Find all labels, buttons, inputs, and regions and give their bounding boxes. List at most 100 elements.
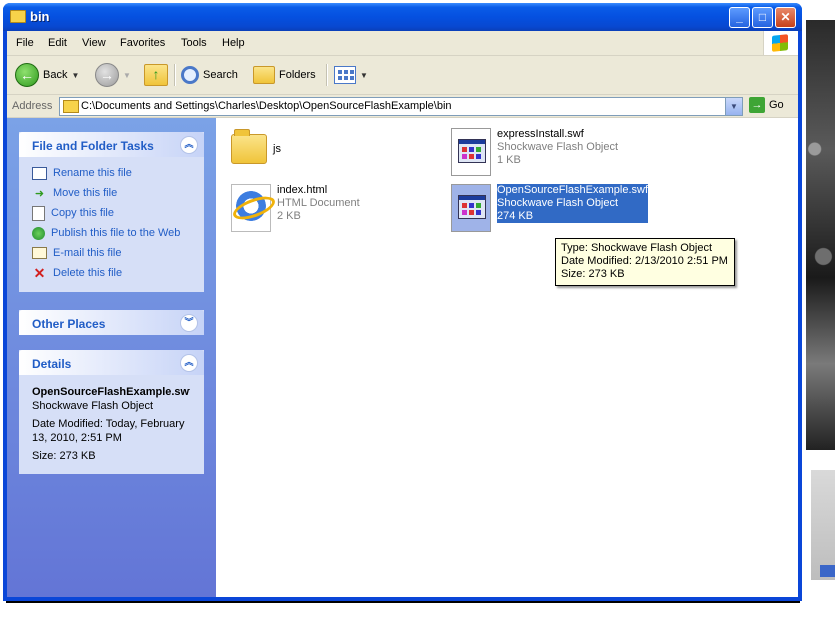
task-label: E-mail this file [53, 247, 122, 259]
panel-header[interactable]: File and Folder Tasks ︽ [19, 132, 204, 157]
window-client: File Edit View Favorites Tools Help ← Ba… [7, 31, 798, 597]
task-publish[interactable]: Publish this file to the Web [19, 223, 204, 243]
folder-icon [10, 10, 26, 23]
copy-icon [32, 205, 45, 221]
menu-bar: File Edit View Favorites Tools Help [7, 31, 798, 56]
address-path[interactable]: C:\Documents and Settings\Charles\Deskto… [81, 100, 452, 112]
maximize-button[interactable]: □ [752, 7, 773, 28]
ie-html-icon [230, 184, 278, 232]
folders-label: Folders [279, 69, 316, 81]
details-size: Size: 273 KB [32, 450, 96, 462]
details-body: OpenSourceFlashExample.swf Shockwave Fla… [19, 375, 204, 471]
menu-edit[interactable]: Edit [48, 37, 67, 49]
task-pane: File and Folder Tasks ︽ Rename this file… [7, 118, 216, 597]
explorer-window: bin _ □ ✕ File Edit View Favorites Tools… [3, 3, 802, 601]
file-name: OpenSourceFlashExample.swf [497, 184, 649, 196]
rename-icon [32, 166, 47, 180]
task-label: Rename this file [53, 167, 132, 179]
file-type: HTML Document [277, 197, 360, 209]
file-type: Shockwave Flash Object [497, 197, 619, 209]
tooltip-modified: Date Modified: 2/13/2010 2:51 PM [561, 255, 728, 267]
panel-header[interactable]: Details ︽ [19, 350, 204, 375]
other-places-panel: Other Places ︾ [19, 310, 204, 335]
close-button[interactable]: ✕ [775, 7, 796, 28]
publish-icon [32, 226, 45, 240]
file-name: js [273, 143, 281, 155]
task-delete[interactable]: ✕ Delete this file [19, 263, 204, 283]
file-view: js expressInstall.swf Shockwave Flash Ob… [216, 118, 798, 597]
task-label: Copy this file [51, 207, 114, 219]
back-arrow-icon: ← [15, 63, 39, 87]
go-button[interactable]: → Go [749, 97, 784, 113]
file-size: 1 KB [497, 154, 521, 166]
back-button[interactable]: ← Back ▼ [15, 62, 79, 88]
views-dropdown-icon[interactable]: ▼ [360, 71, 368, 80]
address-bar: Address C:\Documents and Settings\Charle… [7, 95, 798, 118]
desktop-background-bottom [0, 603, 835, 619]
menu-file[interactable]: File [16, 37, 34, 49]
forward-dropdown-icon[interactable]: ▼ [123, 71, 131, 80]
panel-header[interactable]: Other Places ︾ [19, 310, 204, 335]
folders-button[interactable]: Folders [253, 62, 316, 88]
address-dropdown-button[interactable]: ▼ [725, 98, 742, 115]
file-item-index-html[interactable]: index.html HTML Document 2 KB [230, 184, 360, 232]
file-type: Shockwave Flash Object [497, 141, 619, 153]
go-arrow-icon: → [749, 97, 765, 113]
menu-favorites[interactable]: Favorites [120, 37, 165, 49]
file-item-opensourceflashexample[interactable]: OpenSourceFlashExample.swf Shockwave Fla… [451, 184, 649, 232]
swf-icon [451, 128, 491, 176]
minimize-button[interactable]: _ [729, 7, 750, 28]
collapse-chevron-icon[interactable]: ︽ [180, 136, 198, 154]
back-dropdown-icon[interactable]: ▼ [71, 71, 79, 80]
address-label: Address [12, 100, 53, 112]
details-panel: Details ︽ OpenSourceFlashExample.swf Sho… [19, 350, 204, 474]
menu-tools[interactable]: Tools [181, 37, 207, 49]
forward-button[interactable]: → ▼ [95, 62, 131, 88]
views-icon [334, 66, 356, 84]
folders-icon [253, 66, 275, 84]
tooltip-size: Size: 273 KB [561, 268, 625, 280]
task-email[interactable]: E-mail this file [19, 243, 204, 263]
tooltip-type: Type: Shockwave Flash Object [561, 242, 713, 254]
toolbar-separator [174, 64, 176, 86]
details-filename: OpenSourceFlashExample.swf [32, 386, 190, 398]
desktop-wallpaper [806, 20, 835, 450]
windows-logo [763, 31, 798, 55]
file-name: expressInstall.swf [497, 128, 584, 140]
toolbar-separator [326, 64, 328, 86]
back-label: Back [43, 69, 68, 81]
task-copy[interactable]: Copy this file [19, 203, 204, 223]
file-name: index.html [277, 184, 328, 196]
file-size: 274 KB [497, 210, 534, 222]
email-icon [32, 247, 47, 259]
file-tooltip: Type: Shockwave Flash Object Date Modifi… [555, 238, 735, 286]
file-item-js[interactable]: js [231, 128, 281, 164]
menu-view[interactable]: View [82, 37, 106, 49]
task-move[interactable]: ➜ Move this file [19, 183, 204, 203]
windows-flag-icon [772, 34, 788, 52]
desktop-wallpaper-lower [811, 470, 835, 580]
search-button[interactable]: Search [181, 62, 238, 88]
up-folder-icon: ↑ [144, 64, 168, 86]
search-label: Search [203, 69, 238, 81]
views-button[interactable]: ▼ [334, 62, 368, 88]
toolbar: ← Back ▼ → ▼ ↑ Search Folders ▼ [7, 56, 798, 95]
panel-title: Details [32, 357, 72, 371]
task-label: Move this file [53, 187, 118, 199]
file-item-expressinstall[interactable]: expressInstall.swf Shockwave Flash Objec… [451, 128, 618, 176]
title-bar[interactable]: bin _ □ ✕ [3, 3, 802, 31]
collapse-chevron-icon[interactable]: ︽ [180, 354, 198, 372]
menu-help[interactable]: Help [222, 37, 245, 49]
details-modified: Date Modified: Today, February 13, 2010,… [32, 418, 185, 444]
desktop-window-edge [820, 565, 835, 577]
panel-title: File and Folder Tasks [32, 139, 154, 153]
swf-icon [451, 184, 491, 232]
expand-chevron-icon[interactable]: ︾ [180, 314, 198, 332]
search-icon [181, 66, 199, 84]
file-folder-tasks-panel: File and Folder Tasks ︽ Rename this file… [19, 132, 204, 292]
task-rename[interactable]: Rename this file [19, 163, 204, 183]
folder-icon [231, 129, 267, 164]
window-title: bin [30, 9, 50, 24]
up-folder-button[interactable]: ↑ [144, 62, 168, 88]
address-field[interactable]: C:\Documents and Settings\Charles\Deskto… [59, 97, 743, 116]
